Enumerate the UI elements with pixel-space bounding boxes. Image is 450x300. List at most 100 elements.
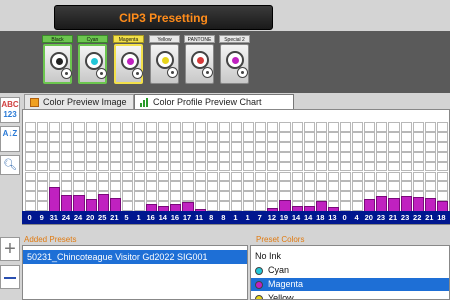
zone-value-row: 0 9 31 24 24 20 25 21 5 1 16 14 16 17 11 8 8 1 1 7 12 19 14 14 1… <box>22 211 450 224</box>
chart-zone-column <box>327 122 339 221</box>
added-presets-list[interactable]: 50231_Chincoteague Visitor Gd2022 SIG001 <box>22 245 248 300</box>
zone-value-label: 14 <box>158 213 167 222</box>
az-sort-button[interactable]: A↓Z <box>0 126 20 152</box>
ink-station-yellow[interactable]: Yellow <box>149 35 180 85</box>
preset-color-item[interactable]: No Ink <box>251 250 449 263</box>
zone-value-label: 18 <box>437 213 446 222</box>
chart-zone-column <box>267 122 279 221</box>
ink-station-label: PANTONE 16 <box>184 35 215 51</box>
ink-station-label: Black <box>42 35 73 43</box>
ink-station-cyan[interactable]: Cyan <box>77 35 108 85</box>
ink-drum-icon <box>150 44 179 84</box>
az-sort-label: A↓Z <box>2 129 18 138</box>
app-title: CIP3 Presetting <box>54 5 273 30</box>
chart-zone-column <box>85 122 97 221</box>
remove-preset-button[interactable] <box>0 265 20 289</box>
color-swatch-icon <box>255 266 263 275</box>
chart-zone-column <box>25 122 37 221</box>
chart-zone-column <box>73 122 85 221</box>
chart-zone-column <box>170 122 182 221</box>
chart-zone-column <box>182 122 194 221</box>
preset-color-label: Cyan <box>268 265 290 275</box>
preset-colors-label: Preset Colors <box>256 235 305 244</box>
chart-zone-column <box>243 122 255 221</box>
tab-bar: Color Preview Image Color Profile Previe… <box>22 94 450 109</box>
chart-zone-column <box>158 122 170 221</box>
chart-zone-column <box>97 122 109 221</box>
zone-value-label: 31 <box>49 213 58 222</box>
ink-drum-icon <box>43 44 72 84</box>
zone-value-label: 5 <box>124 213 129 222</box>
chart-zone-column <box>436 122 448 221</box>
ink-station-strip: Black Cyan Magenta Yellow PANTONE 16 Special … <box>0 31 450 93</box>
preset-colors-list[interactable]: No Ink Cyan Magenta Yellow <box>250 245 450 300</box>
zone-value-label: 21 <box>425 213 434 222</box>
preset-color-item[interactable]: Yellow <box>251 292 449 300</box>
ink-station-label: Magenta <box>113 35 144 43</box>
chart-zone-column <box>49 122 61 221</box>
tab-color-preview-image[interactable]: Color Preview Image <box>24 94 134 109</box>
zone-value-label: 1 <box>245 213 250 222</box>
chart-zone-column <box>61 122 73 221</box>
added-presets-label: Added Presets <box>24 235 77 244</box>
chart-zone-column <box>303 122 315 221</box>
ink-station-magenta[interactable]: Magenta <box>113 35 144 85</box>
tab-color-preview-label: Color Preview Image <box>43 97 127 107</box>
add-preset-button[interactable]: + <box>0 237 20 261</box>
zone-value-label: 1 <box>233 213 238 222</box>
number-label: 123 <box>3 110 17 119</box>
chart-zone-column <box>412 122 424 221</box>
color-swatch-icon <box>255 280 263 289</box>
zone-value-label: 4 <box>354 213 359 222</box>
ink-station-pantone-16[interactable]: PANTONE 16 <box>184 35 215 85</box>
abc-sort-button[interactable]: ABC 123 <box>0 97 20 123</box>
chart-zone-column <box>206 122 218 221</box>
bar-chart-icon <box>140 97 149 107</box>
zone-value-label: 14 <box>291 213 301 222</box>
chart-zone-column <box>109 122 121 221</box>
chart-zone-column <box>37 122 49 221</box>
color-profile-chart <box>22 109 450 225</box>
chart-zone-column <box>194 122 206 221</box>
zone-value-label: 7 <box>257 213 262 222</box>
abc-label: ABC <box>1 100 19 109</box>
preset-color-item[interactable]: Magenta <box>251 278 449 291</box>
ink-station-special-2[interactable]: Special 2 <box>219 35 250 85</box>
zone-value-label: 8 <box>209 213 214 222</box>
zone-value-label: 12 <box>267 213 276 222</box>
ink-drum-icon <box>185 44 214 84</box>
zone-value-label: 1 <box>136 213 141 222</box>
chart-zone-column <box>339 122 352 221</box>
search-icon: 🔍︎ <box>3 159 17 171</box>
zone-value-label: 18 <box>316 213 325 222</box>
chart-zone-column <box>364 122 376 221</box>
chart-zone-column <box>388 122 400 221</box>
chart-zone-column <box>230 122 243 221</box>
added-preset-item[interactable]: 50231_Chincoteague Visitor Gd2022 SIG001 <box>23 250 247 264</box>
chart-zone-column <box>218 122 230 221</box>
preset-color-label: Yellow <box>268 293 294 300</box>
search-button[interactable]: 🔍︎ <box>0 155 20 175</box>
zone-value-label: 19 <box>279 213 289 222</box>
preset-color-item[interactable]: Cyan <box>251 264 449 277</box>
chart-zone-column <box>255 122 267 221</box>
zone-value-label: 23 <box>400 213 410 222</box>
zone-value-label: 0 <box>27 213 32 222</box>
tab-color-profile-chart[interactable]: Color Profile Preview Chart <box>134 94 294 109</box>
zone-value-label: 8 <box>221 213 226 222</box>
zone-value-label: 14 <box>304 213 313 222</box>
zone-value-label: 24 <box>73 213 83 222</box>
zone-value-label: 11 <box>195 213 204 222</box>
chart-zone-column <box>291 122 303 221</box>
zone-value-label: 24 <box>61 213 71 222</box>
ink-station-label: Special 2 <box>219 35 250 43</box>
preset-color-label: No Ink <box>255 251 282 261</box>
chart-grid <box>25 122 449 221</box>
plus-icon: + <box>4 238 16 260</box>
zone-value-label: 9 <box>39 213 44 222</box>
zone-value-label: 17 <box>182 213 192 222</box>
ink-station-black[interactable]: Black <box>42 35 73 85</box>
chart-zone-column <box>121 122 134 221</box>
chart-zone-column <box>279 122 291 221</box>
tab-color-profile-label: Color Profile Preview Chart <box>153 97 262 107</box>
